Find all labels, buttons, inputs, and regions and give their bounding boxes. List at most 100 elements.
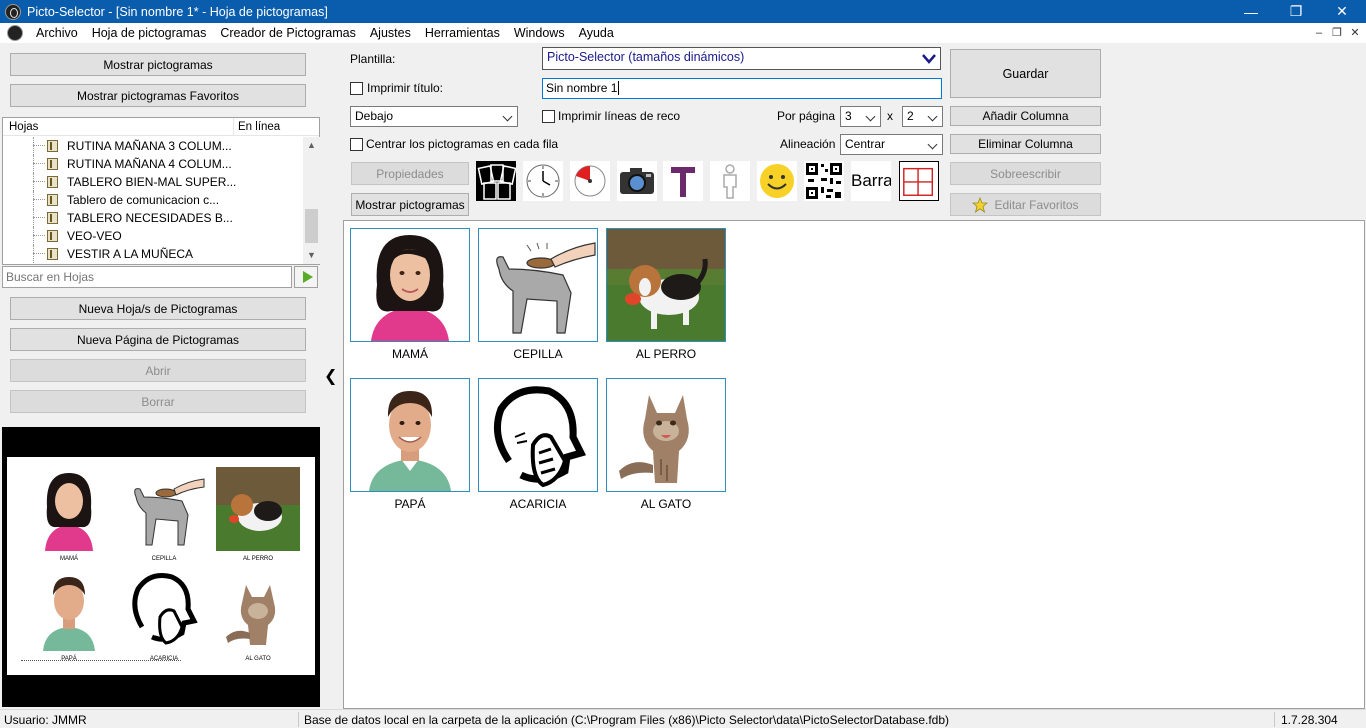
edit-favorites-label: Editar Favoritos xyxy=(994,197,1079,212)
bar-text-button[interactable]: Barra xyxy=(851,161,891,201)
scroll-down-icon[interactable]: ▼ xyxy=(303,247,320,264)
show-pictograms-button[interactable]: Mostrar pictogramas xyxy=(10,53,306,76)
tree-item[interactable]: VEO-VEO xyxy=(3,227,303,245)
tree-column-sheets[interactable]: Hojas xyxy=(9,121,38,133)
save-button[interactable]: Guardar xyxy=(950,49,1101,98)
mdi-close-button[interactable]: ✕ xyxy=(1347,25,1363,41)
menu-archivo[interactable]: Archivo xyxy=(29,26,85,40)
sequence-cards-icon[interactable] xyxy=(476,161,516,201)
pictogram-label: AL PERRO xyxy=(635,347,697,361)
print-title-checkbox[interactable] xyxy=(350,82,363,95)
status-version: 1.7.28.304 xyxy=(1281,713,1338,727)
per-page-label: Por página xyxy=(777,109,836,123)
scroll-thumb[interactable] xyxy=(305,209,318,243)
menu-herramientas[interactable]: Herramientas xyxy=(418,26,507,40)
mdi-restore-button[interactable]: ❐ xyxy=(1329,25,1345,41)
show-pictograms-small-button[interactable]: Mostrar pictogramas xyxy=(351,193,469,216)
columns-per-page-select[interactable]: 3 xyxy=(840,106,881,127)
grid-layout-icon[interactable] xyxy=(899,161,939,201)
scroll-up-icon[interactable]: ▲ xyxy=(303,137,320,154)
pictogram-card[interactable]: PAPÁ xyxy=(350,378,470,511)
search-sheets-input[interactable] xyxy=(2,266,292,288)
brushing-dog-icon xyxy=(122,467,206,551)
add-column-button[interactable]: Añadir Columna xyxy=(950,106,1101,126)
mdi-minimize-button[interactable]: – xyxy=(1311,25,1327,41)
pictogram-canvas[interactable]: MAMÁ CEPILLA AL PERRO PAPÁ ACARICIA AL G… xyxy=(343,220,1365,709)
preview-cell: AL PERRO xyxy=(216,467,300,562)
search-go-icon[interactable] xyxy=(294,266,318,288)
body-figure-icon[interactable] xyxy=(710,161,750,201)
properties-button[interactable]: Propiedades xyxy=(351,162,469,185)
menu-windows[interactable]: Windows xyxy=(507,26,572,40)
tree-items: RUTINA MAÑANA 3 COLUM... RUTINA MAÑANA 4… xyxy=(3,137,303,264)
title-position-value: Debajo xyxy=(355,109,394,123)
tree-column-online[interactable]: En línea xyxy=(238,121,280,133)
menu-ayuda[interactable]: Ayuda xyxy=(572,26,621,40)
rows-per-page-select[interactable]: 2 xyxy=(902,106,943,127)
emoji-icon[interactable] xyxy=(757,161,797,201)
chevron-down-icon xyxy=(927,111,938,122)
text-icon[interactable] xyxy=(663,161,703,201)
remove-column-button[interactable]: Eliminar Columna xyxy=(950,134,1101,154)
new-sheet-button[interactable]: Nueva Hoja/s de Pictogramas xyxy=(10,297,306,320)
timer-icon[interactable] xyxy=(570,161,610,201)
open-button[interactable]: Abrir xyxy=(10,359,306,382)
delete-button[interactable]: Borrar xyxy=(10,390,306,413)
overwrite-button[interactable]: Sobreescribir xyxy=(950,162,1101,185)
menu-hoja-de-pictogramas[interactable]: Hoja de pictogramas xyxy=(85,26,214,40)
new-page-button[interactable]: Nueva Página de Pictogramas xyxy=(10,328,306,351)
puppy-photo-icon xyxy=(216,467,300,551)
preview-page: MAMÁ CEPILLA AL PERRO PAPÁ ACARICIA AL G… xyxy=(7,457,315,675)
document-logo-icon[interactable] xyxy=(7,25,23,41)
book-icon xyxy=(47,158,58,170)
tree-scrollbar[interactable]: ▲ ▼ xyxy=(303,137,320,264)
clock-icon[interactable] xyxy=(523,161,563,201)
tree-item[interactable]: TABLERO NECESIDADES B... xyxy=(3,209,303,227)
title-input[interactable]: Sin nombre 1 xyxy=(542,78,942,99)
tree-item[interactable]: RUTINA MAÑANA 3 COLUM... xyxy=(3,137,303,155)
rows-per-page-value: 2 xyxy=(907,109,914,123)
book-icon xyxy=(47,194,58,206)
menu-creador-de-pictogramas[interactable]: Creador de Pictogramas xyxy=(213,26,362,40)
menu-ajustes[interactable]: Ajustes xyxy=(363,26,418,40)
book-icon xyxy=(47,248,58,260)
show-favorite-pictograms-button[interactable]: Mostrar pictogramas Favoritos xyxy=(10,84,306,107)
collapse-panel-icon[interactable]: ❮ xyxy=(324,366,337,386)
close-button[interactable]: ✕ xyxy=(1319,0,1365,23)
preview-cell: PAPÁ xyxy=(27,567,111,662)
chevron-down-icon xyxy=(927,139,938,150)
pictogram-card[interactable]: MAMÁ xyxy=(350,228,470,361)
left-panel: Mostrar pictogramas Mostrar pictogramas … xyxy=(0,43,322,709)
template-label: Plantilla: xyxy=(350,52,396,66)
title-position-select[interactable]: Debajo xyxy=(350,106,518,127)
template-select-value: Picto-Selector (tamaños dinámicos) xyxy=(547,50,745,64)
title-bar: Picto-Selector - [Sin nombre 1* - Hoja d… xyxy=(0,0,1366,23)
tree-item[interactable]: RUTINA MAÑANA 4 COLUM... xyxy=(3,155,303,173)
pictogram-card[interactable]: CEPILLA xyxy=(478,228,598,361)
tree-item[interactable]: Tablero de comunicacion c... xyxy=(3,191,303,209)
pictogram-label: MAMÁ xyxy=(392,347,428,361)
pictogram-label: PAPÁ xyxy=(394,497,426,511)
pictogram-card[interactable]: AL GATO xyxy=(606,378,726,511)
pictogram-card[interactable]: AL PERRO xyxy=(606,228,726,361)
tree-item[interactable]: TABLERO BIEN-MAL SUPER... xyxy=(3,173,303,191)
camera-icon[interactable] xyxy=(617,161,657,201)
title-input-value: Sin nombre 1 xyxy=(546,81,618,95)
print-lines-checkbox[interactable] xyxy=(542,110,555,123)
alignment-select[interactable]: Centrar xyxy=(840,134,943,155)
tree-item[interactable]: VESTIR A LA MUÑECA xyxy=(3,245,303,263)
restore-button[interactable]: ❐ xyxy=(1273,0,1319,23)
book-icon xyxy=(47,230,58,242)
pictogram-card[interactable]: ACARICIA xyxy=(478,378,598,511)
per-page-x-label: x xyxy=(887,109,893,123)
qr-code-icon[interactable] xyxy=(804,161,844,201)
center-pictograms-checkbox[interactable] xyxy=(350,138,363,151)
edit-favorites-button[interactable]: Editar Favoritos xyxy=(950,193,1101,216)
brushing-dog-icon xyxy=(479,229,597,341)
woman-portrait-icon xyxy=(351,229,469,341)
minimize-button[interactable]: — xyxy=(1228,0,1274,23)
status-user: Usuario: JMMR xyxy=(4,713,87,727)
template-select[interactable]: Picto-Selector (tamaños dinámicos) xyxy=(542,47,941,70)
preview-footer-line xyxy=(21,660,181,661)
book-icon xyxy=(47,140,58,152)
